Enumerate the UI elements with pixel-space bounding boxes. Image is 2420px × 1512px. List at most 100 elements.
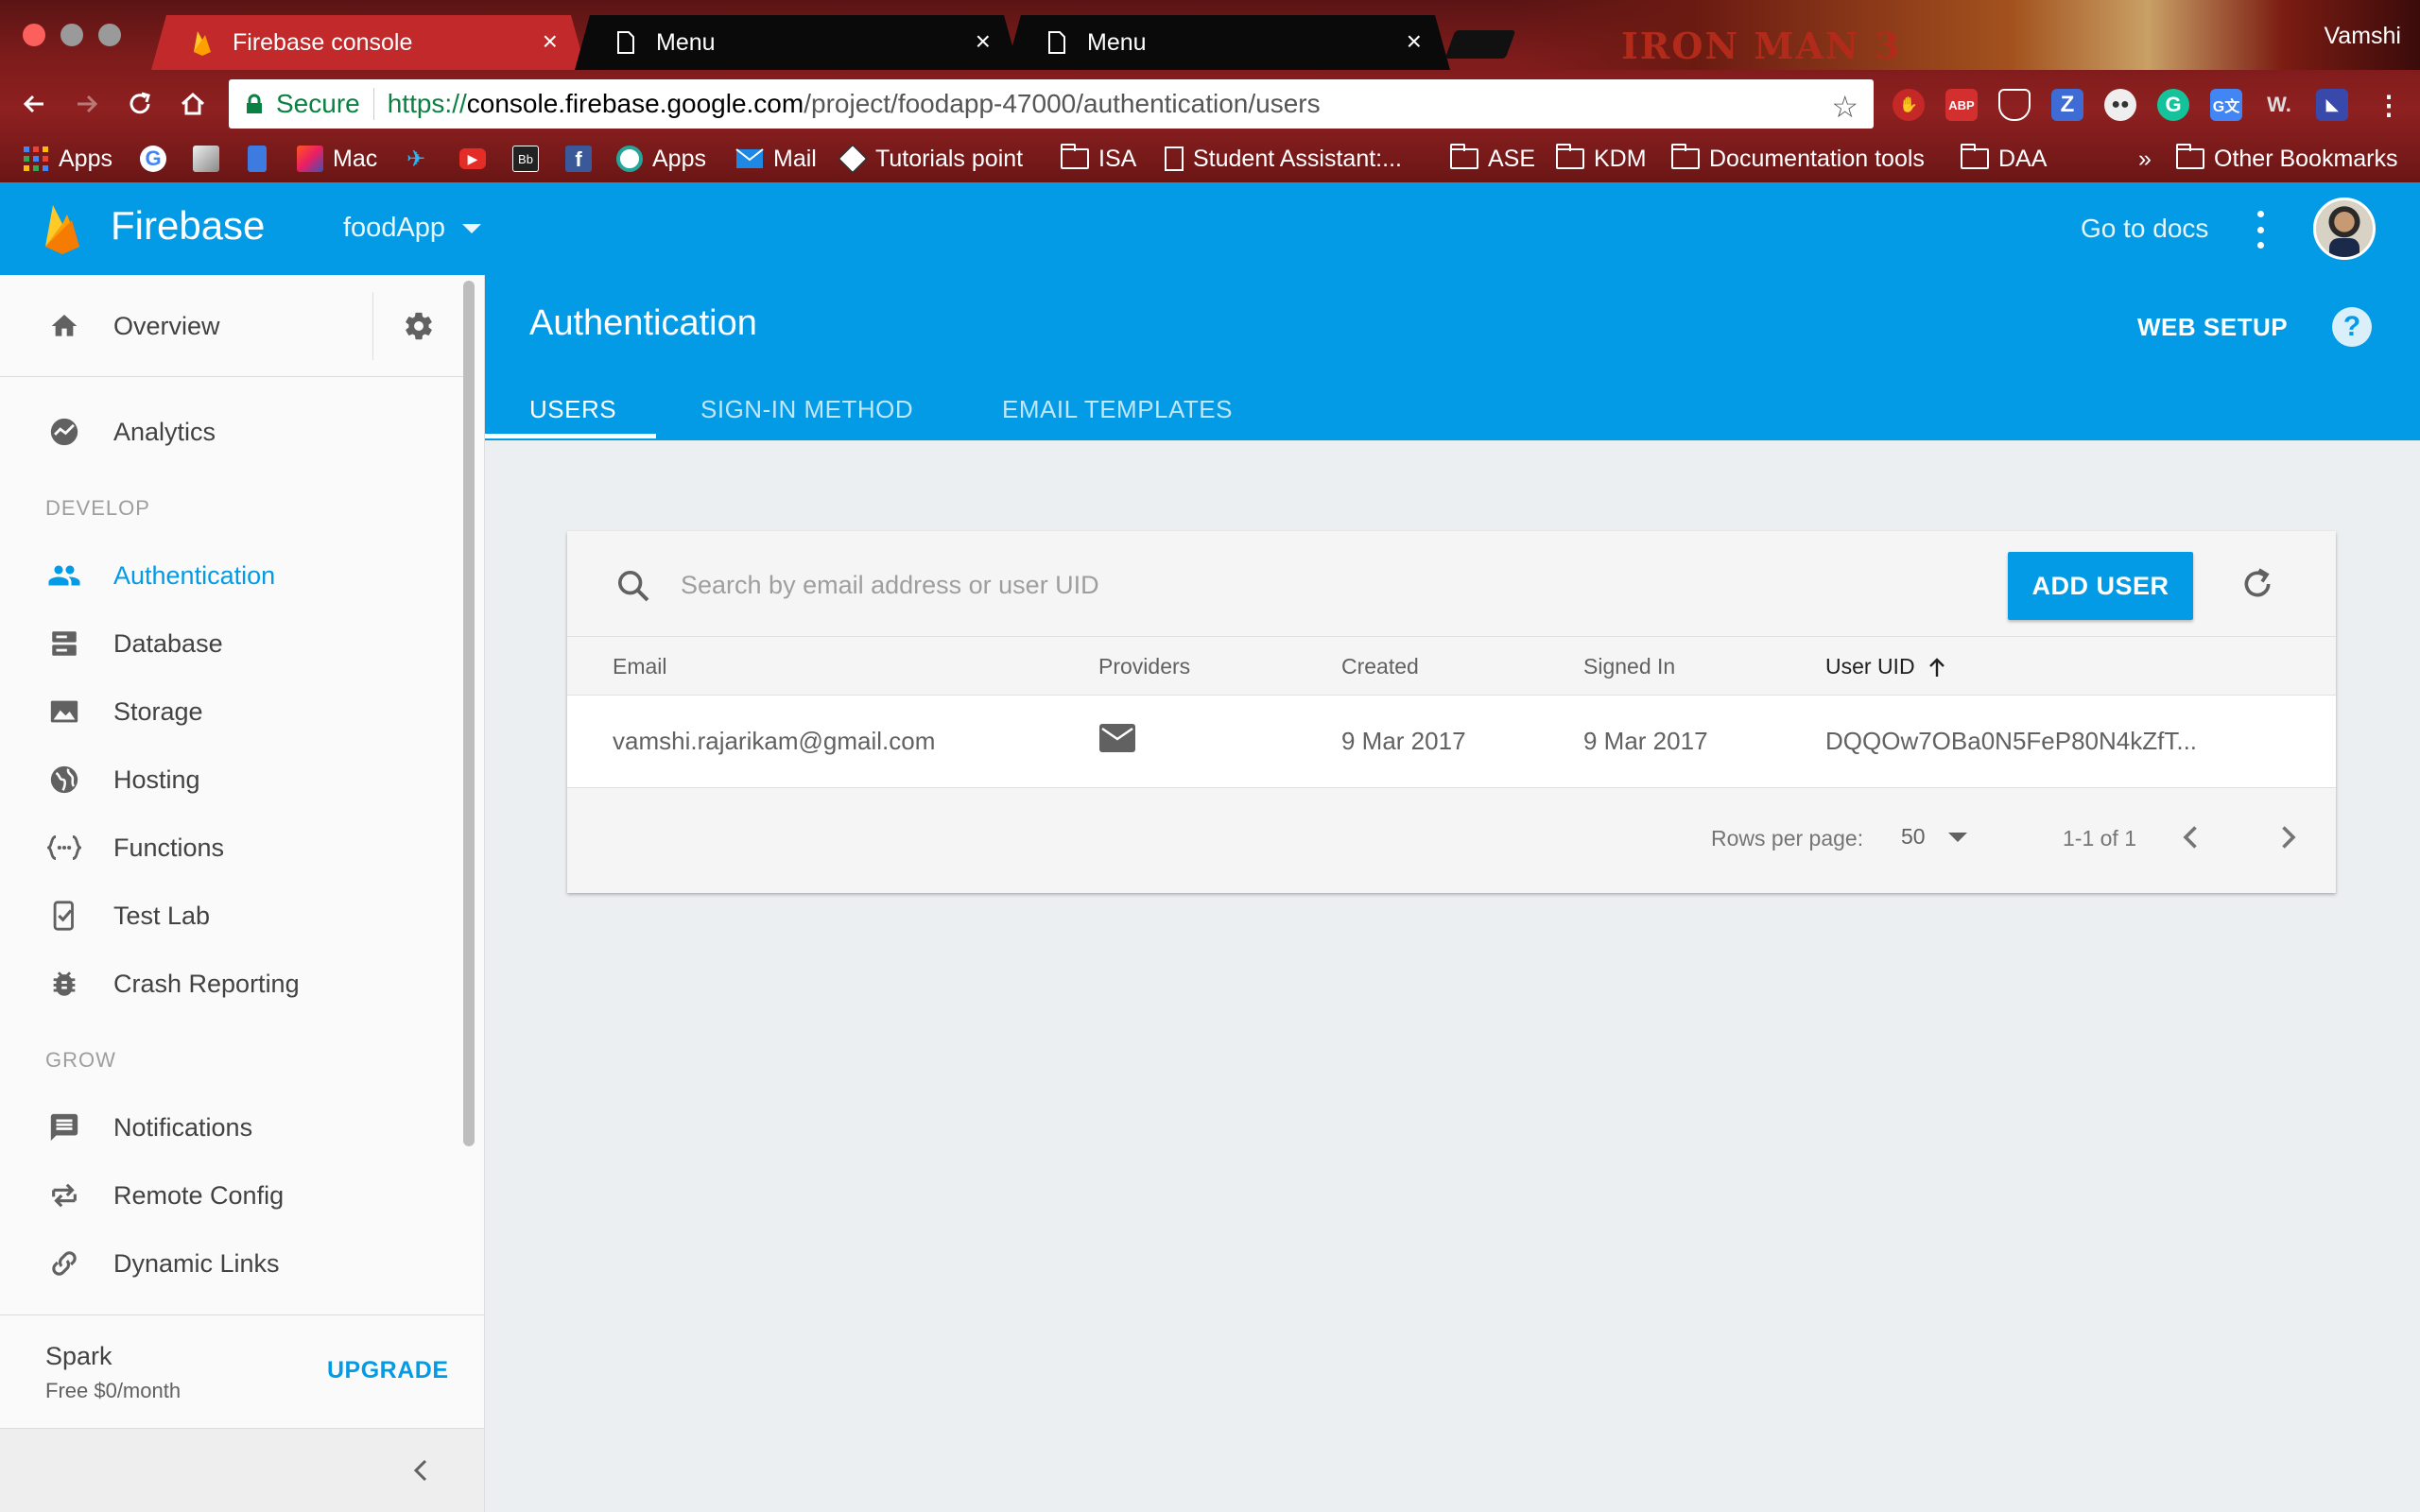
bookmark-star-icon[interactable]: ☆ — [1831, 89, 1858, 125]
bookmark-bird[interactable]: ✈ — [406, 140, 433, 178]
bookmark-other-bookmarks[interactable]: Other Bookmarks — [2176, 140, 2398, 178]
more-vert-icon[interactable] — [2255, 211, 2266, 249]
sidebar-collapse-bar — [0, 1428, 484, 1512]
rows-per-page-select[interactable]: 50 — [1901, 824, 1967, 850]
sidebar-item-notifications[interactable]: Notifications — [0, 1093, 463, 1161]
sidebar-item-test-lab[interactable]: Test Lab — [0, 882, 463, 950]
tab-sign-in-method[interactable]: SIGN-IN METHOD — [700, 379, 913, 440]
column-email[interactable]: Email — [613, 654, 667, 679]
bookmark-apps[interactable]: Apps — [23, 140, 112, 178]
close-tab-icon[interactable]: × — [1407, 26, 1422, 57]
address-bar[interactable]: Secure https:// console.firebase.google.… — [229, 79, 1874, 129]
grammarly-icon[interactable]: G — [2157, 89, 2189, 121]
close-window-button[interactable] — [23, 24, 45, 46]
sidebar-item-dynamic-links[interactable]: Dynamic Links — [0, 1229, 463, 1297]
settings-button[interactable] — [372, 292, 463, 360]
refresh-icon[interactable] — [2238, 565, 2276, 603]
go-to-docs-link[interactable]: Go to docs — [2081, 214, 2208, 244]
bookmark-image[interactable] — [193, 140, 219, 178]
folder-icon — [1961, 144, 1989, 169]
sidebar-scrollbar[interactable] — [463, 281, 475, 1146]
wappalyzer-icon[interactable]: W. — [2263, 89, 2295, 121]
bookmark-folder-ase[interactable]: ASE — [1450, 140, 1535, 178]
bookmark-mac[interactable]: Mac — [297, 140, 377, 178]
bookmark-label: Tutorials point — [875, 145, 1024, 172]
avatar[interactable] — [2313, 198, 2376, 260]
sidebar-item-crash-reporting[interactable]: Crash Reporting — [0, 950, 463, 1018]
search-input[interactable] — [681, 561, 1815, 609]
cell-created: 9 Mar 2017 — [1341, 727, 1466, 755]
flickr-extension-icon[interactable]: ●● — [2104, 89, 2136, 121]
reload-button[interactable] — [121, 85, 159, 123]
home-button[interactable] — [174, 85, 212, 123]
upgrade-button[interactable]: UPGRADE — [327, 1357, 449, 1384]
document-icon — [1165, 146, 1184, 171]
bookmark-folder-kdm[interactable]: KDM — [1556, 140, 1647, 178]
web-setup-button[interactable]: WEB SETUP — [2137, 313, 2288, 342]
google-translate-icon[interactable]: G文 — [2210, 89, 2242, 121]
tab-email-templates[interactable]: EMAIL TEMPLATES — [1002, 379, 1233, 440]
bookmark-folder-daa[interactable]: DAA — [1961, 140, 2047, 178]
bookmark-tutorials-point[interactable]: Tutorials point — [838, 140, 1024, 178]
adblock-plus-icon[interactable]: ABP — [1945, 89, 1978, 121]
add-user-button[interactable]: ADD USER — [2008, 552, 2193, 620]
firebase-logo-icon[interactable] — [43, 203, 81, 254]
new-tab-button[interactable] — [1444, 30, 1516, 59]
sidebar-item-analytics[interactable]: Analytics — [0, 398, 463, 466]
project-selector[interactable]: foodApp — [343, 213, 482, 244]
rows-per-page-label: Rows per page: — [1711, 826, 1864, 850]
sidebar-item-database[interactable]: Database — [0, 610, 463, 678]
bookmark-blackboard[interactable]: Bb — [512, 140, 539, 178]
bookmark-folder-isa[interactable]: ISA — [1061, 140, 1136, 178]
bookmark-google[interactable]: G — [140, 140, 166, 178]
bookmark-facebook[interactable]: f — [565, 140, 592, 178]
chevron-left-icon[interactable] — [2174, 820, 2208, 854]
browser-tab-firebase[interactable]: Firebase console × — [151, 15, 586, 70]
chevron-double-right-icon: » — [2138, 145, 2152, 172]
sidebar-item-label: Dynamic Links — [113, 1248, 280, 1278]
column-created[interactable]: Created — [1341, 654, 1419, 679]
plan-name: Spark — [45, 1342, 112, 1370]
bookmarks-overflow-button[interactable]: » — [2138, 140, 2152, 178]
collapse-sidebar-button[interactable] — [406, 1452, 435, 1489]
close-tab-icon[interactable]: × — [976, 26, 991, 57]
column-signed-in[interactable]: Signed In — [1583, 654, 1675, 679]
bookmark-student-assistant[interactable]: Student Assistant:... — [1165, 140, 1402, 178]
browser-tab-menu-1[interactable]: Menu × — [575, 15, 1019, 70]
bookmark-mail[interactable]: Mail — [735, 140, 817, 178]
extension-purple-icon[interactable]: ◣ — [2316, 89, 2348, 121]
close-tab-icon[interactable]: × — [543, 26, 558, 57]
table-row[interactable]: vamshi.rajarikam@gmail.com 9 Mar 2017 9 … — [567, 696, 2336, 788]
column-user-uid[interactable]: User UID — [1825, 654, 1947, 679]
forward-button[interactable] — [68, 85, 106, 123]
bookmark-apps-2[interactable]: Apps — [616, 140, 706, 178]
tab-users[interactable]: USERS — [529, 379, 616, 440]
url-path: /project/foodapp-47000/authentication/us… — [804, 89, 1321, 118]
profile-name[interactable]: Vamshi — [2324, 23, 2401, 50]
sidebar-item-authentication[interactable]: Authentication — [0, 541, 463, 610]
firebase-brand[interactable]: Firebase — [111, 203, 265, 249]
back-button[interactable] — [15, 85, 53, 123]
sidebar-item-storage[interactable]: Storage — [0, 678, 463, 746]
bookmark-folder-documentation-tools[interactable]: Documentation tools — [1671, 140, 1925, 178]
shield-extension-icon[interactable] — [1998, 89, 2031, 121]
chevron-right-icon[interactable] — [2271, 820, 2305, 854]
extension-stop-icon[interactable]: ✋ — [1893, 89, 1925, 121]
sidebar-item-remote-config[interactable]: Remote Config — [0, 1161, 463, 1229]
billing-plan: Spark Free $0/month UPGRADE — [0, 1314, 484, 1428]
sidebar-item-hosting[interactable]: Hosting — [0, 746, 463, 814]
message-icon — [47, 1110, 81, 1144]
sidebar-item-overview[interactable]: Overview — [0, 292, 372, 360]
bookmark-youtube[interactable]: ▶ — [459, 140, 486, 178]
bookmark-blue[interactable] — [248, 140, 267, 178]
folder-icon — [2176, 144, 2204, 169]
maximize-window-button[interactable] — [98, 24, 121, 46]
browser-tab-menu-2[interactable]: Menu × — [1006, 15, 1450, 70]
help-icon[interactable]: ? — [2332, 307, 2372, 347]
project-name: foodApp — [343, 213, 446, 243]
chrome-menu-icon[interactable]: ⋮ — [2373, 89, 2405, 121]
minimize-window-button[interactable] — [60, 24, 83, 46]
link-icon — [47, 1246, 81, 1280]
sidebar-item-functions[interactable]: Functions — [0, 814, 463, 882]
zotero-icon[interactable]: Z — [2051, 89, 2083, 121]
